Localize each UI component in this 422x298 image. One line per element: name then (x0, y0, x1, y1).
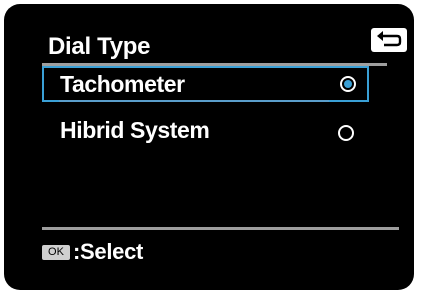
menu-item-hibrid-system[interactable]: Hibrid System (42, 114, 369, 150)
settings-screen: Dial Type Tachometer Hibrid System OK :S… (4, 4, 414, 290)
back-button[interactable] (371, 28, 407, 52)
menu-item-label: Tachometer (60, 71, 185, 97)
menu-item-tachometer[interactable]: Tachometer (42, 66, 369, 102)
radio-selected-icon (340, 76, 356, 92)
footer-divider (42, 227, 399, 230)
selection-underline (59, 100, 329, 102)
menu-item-label: Hibrid System (60, 117, 210, 143)
return-arrow-icon (377, 31, 402, 47)
ok-key-icon: OK (42, 245, 70, 260)
screen-title: Dial Type (48, 33, 151, 60)
radio-dot (344, 80, 352, 88)
radio-unselected-icon (338, 125, 354, 141)
select-hint: :Select (73, 239, 144, 264)
